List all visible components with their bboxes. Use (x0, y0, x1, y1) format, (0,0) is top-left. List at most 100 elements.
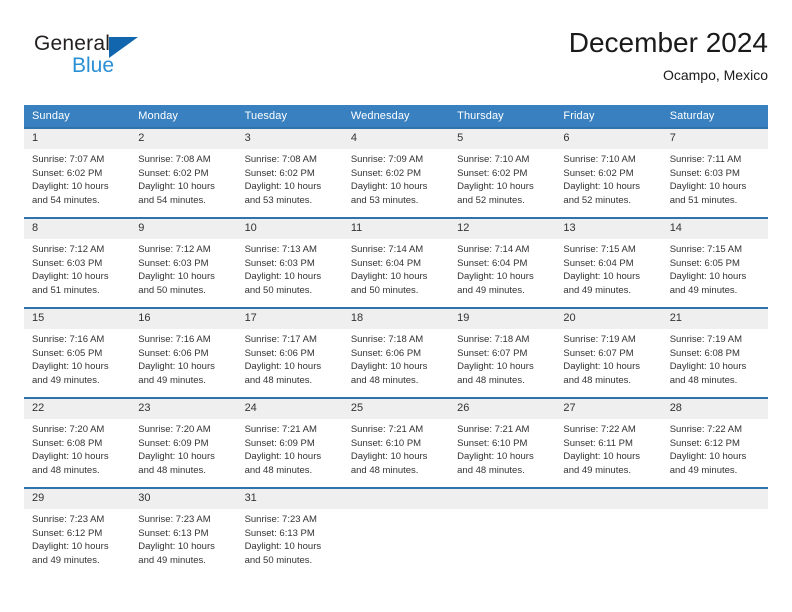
day-cell[interactable]: 28 Sunrise: 7:22 AM Sunset: 6:12 PM Dayligh… (661, 397, 768, 488)
day-number: 8 (24, 219, 131, 239)
sunset-text: Sunset: 6:05 PM (669, 257, 740, 269)
day-number: 25 (342, 399, 450, 419)
day-cell[interactable]: 15 Sunrise: 7:16 AM Sunset: 6:05 PM Dayligh… (24, 307, 131, 398)
day-details: Sunrise: 7:12 AM Sunset: 6:03 PM Daylight:… (130, 239, 236, 297)
daylight-2-text: and 51 minutes. (32, 284, 100, 296)
daylight-2-text: and 48 minutes. (244, 464, 313, 476)
day-number: 7 (661, 129, 768, 149)
day-cell[interactable]: 27 Sunrise: 7:22 AM Sunset: 6:11 PM Dayligh… (555, 397, 662, 488)
daylight-2-text: and 54 minutes. (32, 194, 100, 206)
logo-blue-text: Blue (72, 54, 115, 77)
day-number (449, 489, 556, 509)
day-details: Sunrise: 7:20 AM Sunset: 6:09 PM Daylight:… (130, 419, 236, 477)
day-details: Sunrise: 7:23 AM Sunset: 6:12 PM Daylight:… (24, 509, 130, 567)
day-cell[interactable]: 20 Sunrise: 7:19 AM Sunset: 6:07 PM Dayligh… (555, 307, 662, 398)
day-cell[interactable]: 16 Sunrise: 7:16 AM Sunset: 6:06 PM Dayligh… (130, 307, 237, 398)
sunrise-text: Sunrise: 7:21 AM (350, 424, 424, 435)
daylight-2-text: and 48 minutes. (457, 374, 525, 386)
daylight-1-text: Daylight: 10 hours (138, 451, 215, 463)
daylight-2-text: and 51 minutes. (669, 194, 738, 206)
sunset-text: Sunset: 6:03 PM (244, 257, 315, 269)
day-cell[interactable]: 21 Sunrise: 7:19 AM Sunset: 6:08 PM Dayligh… (661, 307, 768, 398)
day-cell[interactable]: 31 Sunrise: 7:23 AM Sunset: 6:13 PM Dayligh… (236, 487, 343, 577)
day-cell[interactable]: 7 Sunrise: 7:11 AM Sunset: 6:03 PM Daylight… (661, 127, 768, 218)
day-cell[interactable]: 13 Sunrise: 7:15 AM Sunset: 6:04 PM Dayligh… (555, 217, 662, 308)
day-details: Sunrise: 7:07 AM Sunset: 6:02 PM Daylight:… (24, 149, 130, 207)
day-cell[interactable]: 3 Sunrise: 7:08 AM Sunset: 6:02 PM Daylight… (236, 127, 343, 218)
day-cell[interactable]: 24 Sunrise: 7:21 AM Sunset: 6:09 PM Dayligh… (236, 397, 343, 488)
daylight-2-text: and 52 minutes. (563, 194, 632, 206)
daylight-2-text: and 49 minutes. (32, 374, 100, 386)
day-number: 22 (24, 399, 131, 419)
day-cell[interactable]: 18 Sunrise: 7:18 AM Sunset: 6:06 PM Dayligh… (342, 307, 450, 398)
sunrise-text: Sunrise: 7:20 AM (32, 424, 105, 435)
sunrise-text: Sunrise: 7:19 AM (563, 334, 636, 345)
day-details: Sunrise: 7:17 AM Sunset: 6:06 PM Daylight:… (237, 329, 343, 387)
sunset-text: Sunset: 6:05 PM (32, 347, 103, 359)
day-number (555, 489, 662, 509)
day-cell[interactable]: 12 Sunrise: 7:14 AM Sunset: 6:04 PM Dayligh… (449, 217, 556, 308)
sunrise-text: Sunrise: 7:18 AM (457, 334, 530, 345)
daylight-2-text: and 50 minutes. (350, 284, 419, 296)
day-cell[interactable]: 17 Sunrise: 7:17 AM Sunset: 6:06 PM Dayligh… (236, 307, 343, 398)
day-cell[interactable]: 10 Sunrise: 7:13 AM Sunset: 6:03 PM Dayligh… (236, 217, 343, 308)
day-details: Sunrise: 7:14 AM Sunset: 6:04 PM Daylight:… (343, 239, 449, 297)
day-cell[interactable]: 23 Sunrise: 7:20 AM Sunset: 6:09 PM Dayligh… (130, 397, 237, 488)
daylight-1-text: Daylight: 10 hours (350, 181, 428, 193)
sunset-text: Sunset: 6:09 PM (244, 437, 315, 449)
day-details: Sunrise: 7:13 AM Sunset: 6:03 PM Daylight:… (237, 239, 343, 297)
sunset-text: Sunset: 6:02 PM (244, 167, 315, 179)
sunrise-text: Sunrise: 7:18 AM (350, 334, 424, 345)
day-number: 14 (661, 219, 768, 239)
weekday-row: Sunday Monday Tuesday Wednesday Thursday Frid… (24, 105, 768, 128)
sunset-text: Sunset: 6:04 PM (350, 257, 422, 269)
day-cell[interactable]: 8 Sunrise: 7:12 AM Sunset: 6:03 PM Daylight… (24, 217, 131, 308)
day-number: 31 (236, 489, 343, 509)
day-details: Sunrise: 7:15 AM Sunset: 6:04 PM Daylight:… (555, 239, 661, 297)
daylight-1-text: Daylight: 10 hours (457, 451, 534, 463)
daylight-1-text: Daylight: 10 hours (138, 181, 215, 193)
daylight-2-text: and 48 minutes. (350, 464, 419, 476)
daylight-1-text: Daylight: 10 hours (138, 271, 215, 283)
general-blue-logo[interactable]: General Blue (34, 32, 194, 88)
daylight-1-text: Daylight: 10 hours (563, 361, 640, 373)
day-cell[interactable]: 6 Sunrise: 7:10 AM Sunset: 6:02 PM Daylight… (555, 127, 662, 218)
daylight-2-text: and 48 minutes. (669, 374, 738, 386)
day-cell[interactable]: 1 Sunrise: 7:07 AM Sunset: 6:02 PM Daylight… (24, 127, 131, 218)
day-details: Sunrise: 7:12 AM Sunset: 6:03 PM Daylight:… (24, 239, 130, 297)
day-number (661, 489, 768, 509)
daylight-1-text: Daylight: 10 hours (244, 451, 322, 463)
weekday-header-friday: Friday (555, 105, 662, 128)
day-cell[interactable]: 30 Sunrise: 7:23 AM Sunset: 6:13 PM Dayligh… (130, 487, 237, 577)
calendar-week-row: 22 Sunrise: 7:20 AM Sunset: 6:08 PM Dayligh… (24, 397, 768, 488)
daylight-2-text: and 49 minutes. (669, 464, 738, 476)
daylight-2-text: and 49 minutes. (32, 554, 100, 566)
sunset-text: Sunset: 6:11 PM (563, 437, 633, 449)
day-cell[interactable]: 29 Sunrise: 7:23 AM Sunset: 6:12 PM Dayligh… (24, 487, 131, 577)
day-cell[interactable]: 25 Sunrise: 7:21 AM Sunset: 6:10 PM Dayligh… (342, 397, 450, 488)
sunset-text: Sunset: 6:04 PM (457, 257, 528, 269)
day-details: Sunrise: 7:21 AM Sunset: 6:10 PM Daylight:… (343, 419, 449, 477)
day-cell[interactable]: 9 Sunrise: 7:12 AM Sunset: 6:03 PM Daylight… (130, 217, 237, 308)
day-details: Sunrise: 7:09 AM Sunset: 6:02 PM Daylight:… (343, 149, 449, 207)
day-cell[interactable]: 14 Sunrise: 7:15 AM Sunset: 6:05 PM Dayligh… (661, 217, 768, 308)
sunrise-text: Sunrise: 7:16 AM (138, 334, 211, 345)
day-cell[interactable]: 19 Sunrise: 7:18 AM Sunset: 6:07 PM Dayligh… (449, 307, 556, 398)
day-cell[interactable]: 2 Sunrise: 7:08 AM Sunset: 6:02 PM Daylight… (130, 127, 237, 218)
day-cell[interactable]: 26 Sunrise: 7:21 AM Sunset: 6:10 PM Dayligh… (449, 397, 556, 488)
day-number: 20 (555, 309, 662, 329)
day-cell-empty (661, 487, 768, 577)
day-cell[interactable]: 11 Sunrise: 7:14 AM Sunset: 6:04 PM Dayligh… (342, 217, 450, 308)
daylight-2-text: and 49 minutes. (138, 554, 206, 566)
day-cell[interactable]: 22 Sunrise: 7:20 AM Sunset: 6:08 PM Dayligh… (24, 397, 131, 488)
daylight-1-text: Daylight: 10 hours (350, 451, 428, 463)
daylight-1-text: Daylight: 10 hours (244, 271, 322, 283)
day-number: 1 (24, 129, 131, 149)
day-number: 19 (449, 309, 556, 329)
day-cell[interactable]: 5 Sunrise: 7:10 AM Sunset: 6:02 PM Daylight… (449, 127, 556, 218)
sunset-text: Sunset: 6:04 PM (563, 257, 634, 269)
daylight-1-text: Daylight: 10 hours (669, 361, 747, 373)
day-cell[interactable]: 4 Sunrise: 7:09 AM Sunset: 6:02 PM Daylight… (342, 127, 450, 218)
daylight-2-text: and 50 minutes. (138, 284, 206, 296)
day-details: Sunrise: 7:20 AM Sunset: 6:08 PM Daylight:… (24, 419, 130, 477)
